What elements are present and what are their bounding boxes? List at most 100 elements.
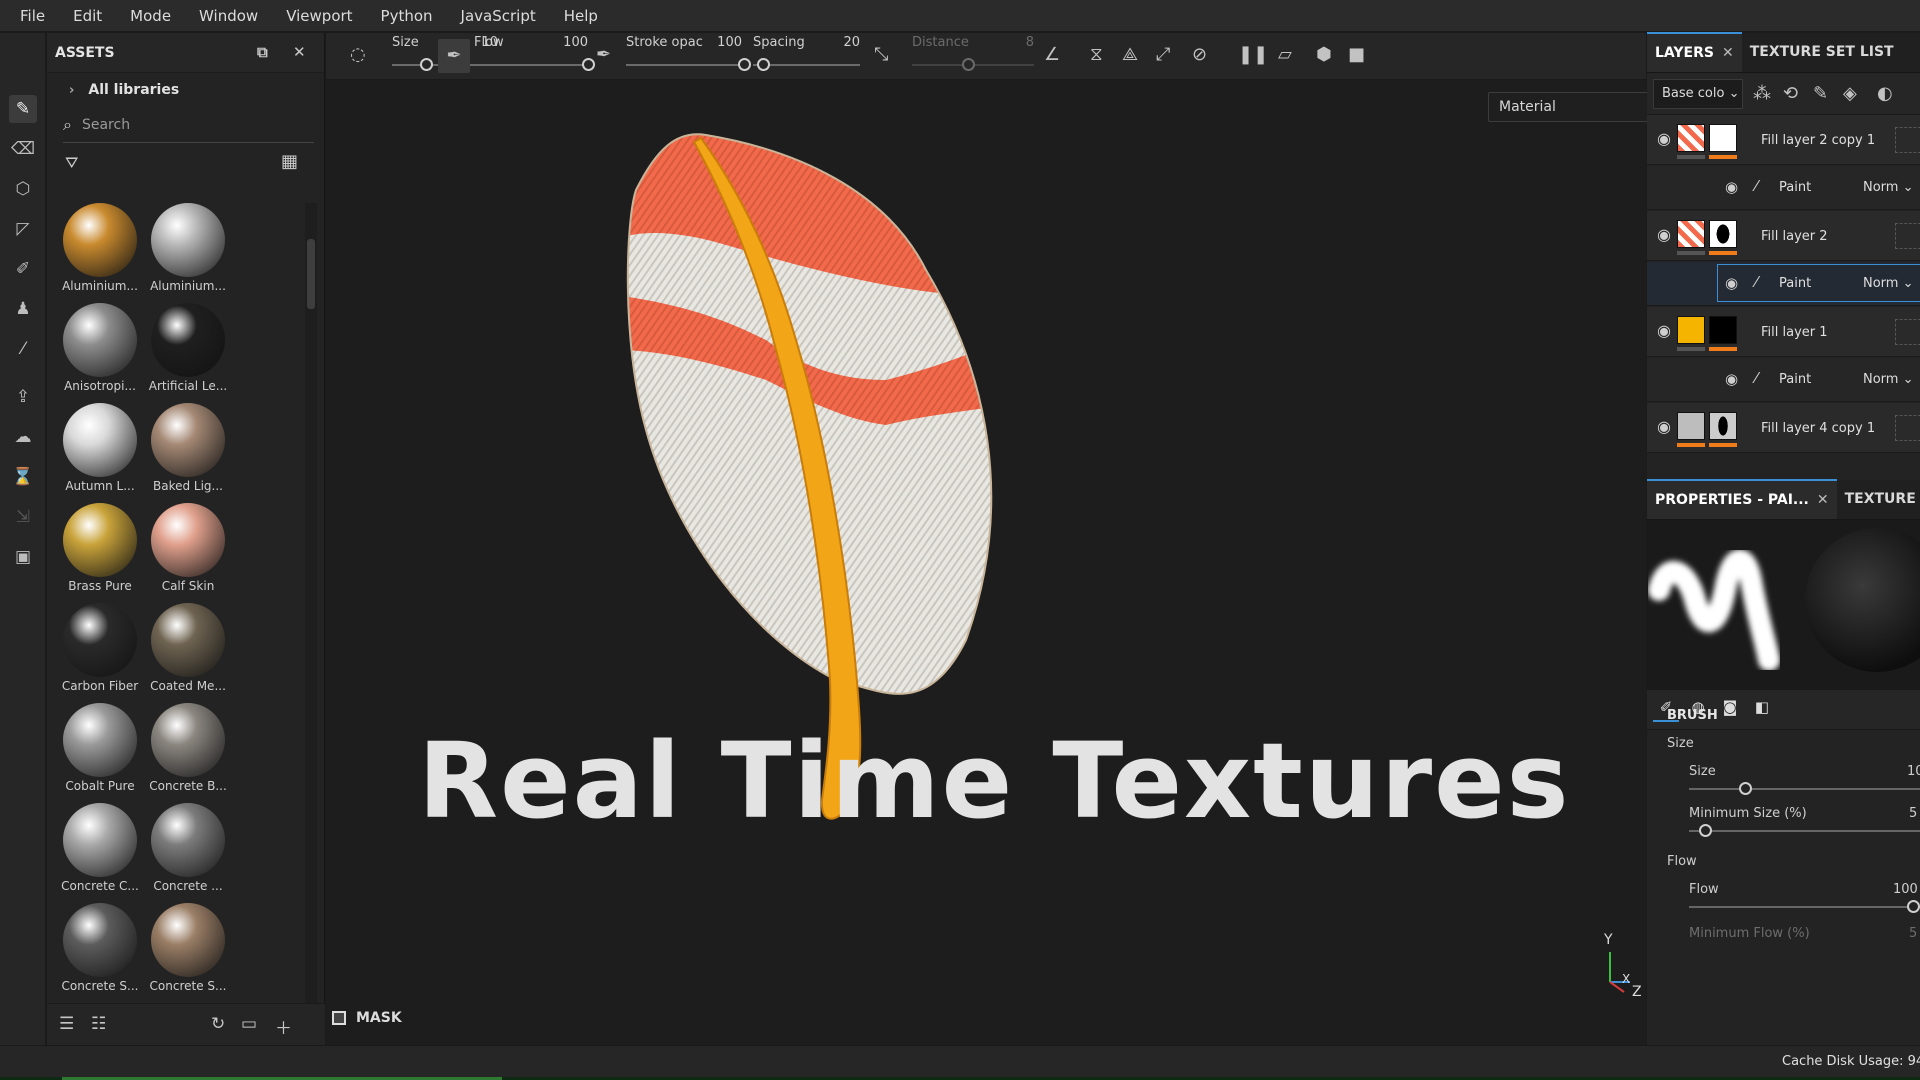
material-tile[interactable]: Concrete ... [143,803,233,903]
tab-texture-set[interactable]: TEXTURE S [1837,479,1920,519]
video-camera-icon[interactable]: ■ [1348,44,1365,65]
eye-icon[interactable]: ◉ [1657,417,1671,436]
eye-icon[interactable]: ◉ [1657,129,1671,148]
mask-toggle[interactable]: MASK [332,1010,402,1026]
material-tile[interactable]: Aluminium... [143,203,233,303]
menu-window[interactable]: Window [185,7,272,25]
add-fill-layer-icon[interactable]: ◈ [1843,83,1857,104]
filter-icon[interactable]: ⛛ [65,153,78,173]
stencil-tab-icon[interactable]: ◙ [1717,698,1743,722]
close-icon[interactable]: ✕ [1722,45,1734,61]
asset-search[interactable]: ⌕ [63,107,314,143]
material-tile[interactable]: Anisotropi... [55,303,145,403]
distance-slider[interactable]: Distance 8 [912,33,1034,80]
symmetry-icon[interactable]: ⧖ [1090,44,1103,65]
bake-icon[interactable]: ☁ [9,423,37,451]
flow-slider[interactable]: Flow 100 [474,33,595,80]
sub-layer-row[interactable]: ◉ ⁄ Paint Norm ⌄ [1647,166,1920,210]
transform-icon[interactable]: ⤢ [1156,44,1170,65]
color-picker-icon[interactable]: ⁄ [9,335,37,363]
pause-icon[interactable]: ❚❚ [1238,44,1268,65]
folder-icon[interactable]: ▭ [241,1014,257,1034]
camera-view-icon[interactable]: ▱ [1278,44,1292,65]
eye-icon[interactable]: ◉ [1725,370,1738,388]
symmetry-settings-icon[interactable]: ⟁ [1122,44,1138,65]
tab-texture-set-list[interactable]: TEXTURE SET LIST [1742,32,1902,72]
feather-model[interactable] [326,80,1646,1045]
projection-tool-icon[interactable]: ⬡ [9,175,37,203]
list-options-icon[interactable]: ☷ [91,1014,106,1034]
sub-layer-row-selected[interactable]: ◉ ⁄ Paint Norm ⌄ [1647,262,1920,306]
brush-shape-icon[interactable]: ◌ [350,44,366,65]
layer-options[interactable] [1895,319,1920,345]
material-tile[interactable]: Concrete S... [143,903,233,1003]
menu-file[interactable]: File [6,7,59,25]
material-tile[interactable]: Concrete S... [55,903,145,1003]
layer-row[interactable]: ◉ Fill layer 1 [1647,307,1920,357]
eraser-tool-icon[interactable]: ⌫ [9,135,37,163]
menu-edit[interactable]: Edit [59,7,116,25]
3d-viewport[interactable]: Material ⌄ Real Time Textures MASK [326,80,1696,1045]
material-tile[interactable]: Baked Lig... [143,403,233,503]
stroke-pressure-icon[interactable]: ✒ [596,44,611,65]
layer-row[interactable]: ◉ Fill layer 2 [1647,211,1920,261]
material-tile[interactable]: Coated Me... [143,603,233,703]
spacing-slider[interactable]: Spacing 20 [753,33,860,80]
material-tab-icon[interactable]: ◧ [1749,698,1775,722]
flow-track[interactable] [1689,906,1920,908]
material-tile[interactable]: Cobalt Pure [55,703,145,803]
library-breadcrumb[interactable]: › All libraries [47,73,324,107]
eye-icon[interactable]: ◉ [1657,225,1671,244]
material-tile[interactable]: Calf Skin [143,503,233,603]
layer-options[interactable] [1895,415,1920,441]
close-icon[interactable]: ✕ [293,43,306,61]
eye-icon[interactable]: ◉ [1725,178,1738,196]
grid-view-icon[interactable]: ▦ [281,151,298,172]
menu-viewport[interactable]: Viewport [272,7,366,25]
scroll-thumb[interactable] [307,239,315,309]
mask-checkbox[interactable] [332,1011,346,1025]
paint-brush-tool-icon[interactable]: ✎ [9,95,37,123]
add-effect-icon[interactable]: ⁂ [1753,83,1771,104]
menu-python[interactable]: Python [367,7,447,25]
menu-help[interactable]: Help [550,7,612,25]
material-tile[interactable]: Carbon Fiber [55,603,145,703]
add-icon[interactable]: ＋ [275,1014,292,1039]
search-input[interactable] [81,116,262,133]
3d-view-icon[interactable]: ⬢ [1316,44,1332,65]
flow-property-knob[interactable] [1907,900,1920,913]
clone-tool-icon[interactable]: ♟ [9,295,37,323]
size-property-knob[interactable] [1739,782,1752,795]
layer-options[interactable] [1895,223,1920,249]
menu-mode[interactable]: Mode [116,7,185,25]
min-size-knob[interactable] [1699,824,1712,837]
occlusion-icon[interactable]: ⊘ [1192,44,1207,65]
undock-icon[interactable]: ⧉ [257,43,268,61]
polygon-fill-tool-icon[interactable]: ◸ [9,215,37,243]
lazy-mouse-icon[interactable]: ⤡ [874,44,888,65]
material-tile[interactable]: Brass Pure [55,503,145,603]
close-icon[interactable]: ✕ [1817,492,1829,508]
layer-row[interactable]: ◉ Fill layer 4 copy 1 [1647,403,1920,453]
sub-layer-row[interactable]: ◉ ⁄ Paint Norm ⌄ [1647,358,1920,402]
add-mask-icon[interactable]: ⟲ [1783,83,1798,104]
material-tile[interactable]: Autumn L... [55,403,145,503]
tab-properties[interactable]: PROPERTIES - PAI... ✕ [1647,479,1837,519]
material-tile[interactable]: Aluminium... [55,203,145,303]
pen-pressure-icon[interactable]: ✒ [438,39,470,73]
layer-options[interactable] [1895,127,1920,153]
export-icon[interactable]: ⇪ [9,383,37,411]
channel-select[interactable]: Base colo ⌄ [1653,79,1743,109]
eye-icon[interactable]: ◉ [1657,321,1671,340]
stroke-opacity-slider[interactable]: Stroke opac 100 [626,33,751,80]
size-knob[interactable] [420,58,433,71]
smudge-tool-icon[interactable]: ✐ [9,255,37,283]
menu-javascript[interactable]: JavaScript [447,7,550,25]
spacing-knob[interactable] [757,58,770,71]
blend-mode-select[interactable]: Norm ⌄ [1863,276,1914,291]
size-track[interactable] [1689,788,1920,790]
tab-layers[interactable]: LAYERS ✕ [1647,32,1742,72]
add-paint-layer-icon[interactable]: ✎ [1813,83,1828,104]
material-tile[interactable]: Artificial Le... [143,303,233,403]
blend-mode-select[interactable]: Norm ⌄ [1863,180,1914,195]
